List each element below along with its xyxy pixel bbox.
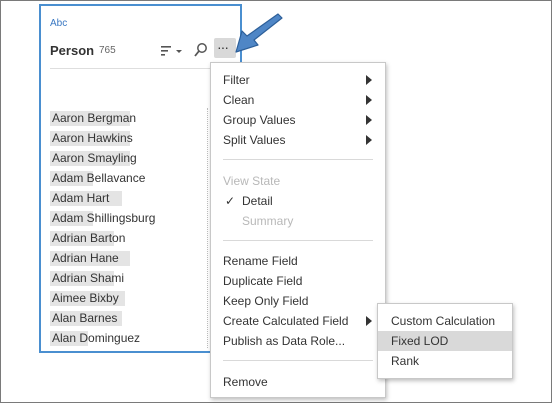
value-label: Adam Shillingsburg: [52, 211, 156, 225]
submenu-item-label: Fixed LOD: [391, 334, 449, 348]
card-divider: [50, 68, 216, 69]
more-options-icon: ···: [217, 39, 229, 55]
submenu-arrow-icon: [366, 316, 372, 326]
value-row[interactable]: Aaron Hawkins: [50, 128, 210, 148]
pointer-arrow-icon: [235, 13, 283, 53]
menu-item-keep-only-field[interactable]: Keep Only Field: [223, 293, 308, 309]
menu-item-publish-as-data-role[interactable]: Publish as Data Role...: [223, 333, 345, 349]
sort-button[interactable]: [159, 43, 185, 59]
field-context-menu: Filter Clean Group Values Split Values V…: [210, 62, 386, 398]
submenu-item-custom-calculation[interactable]: Custom Calculation: [378, 311, 512, 331]
menu-item-filter[interactable]: Filter: [223, 72, 250, 88]
submenu-arrow-icon: [366, 115, 372, 125]
submenu-arrow-icon: [366, 75, 372, 85]
submenu-item-rank[interactable]: Rank: [378, 351, 512, 371]
menu-item-create-calculated-field[interactable]: Create Calculated Field: [223, 313, 348, 329]
menu-item-summary: Summary: [242, 214, 294, 228]
sort-icon: [161, 46, 182, 56]
value-label: Aimee Bixby: [52, 291, 119, 305]
submenu-arrow-icon: [366, 135, 372, 145]
value-row[interactable]: Adam Hart: [50, 188, 210, 208]
distinct-count: 765: [99, 45, 116, 56]
submenu-item-label: Custom Calculation: [391, 314, 496, 328]
menu-item-detail[interactable]: Detail: [242, 193, 273, 209]
menu-item-rename-field[interactable]: Rename Field: [223, 253, 298, 269]
menu-item-split-values[interactable]: Split Values: [223, 132, 285, 148]
value-label: Adrian Shami: [52, 271, 125, 285]
value-row[interactable]: Alan Barnes: [50, 308, 210, 328]
calculated-field-submenu: Custom Calculation Fixed LOD Rank: [377, 303, 513, 379]
value-label: Adrian Hane: [52, 251, 119, 265]
menu-heading-view-state: View State: [223, 174, 281, 188]
value-row[interactable]: Aaron Bergman: [50, 108, 210, 128]
value-label: Alan Dominguez: [52, 331, 141, 345]
value-label: Alan Barnes: [52, 311, 118, 325]
data-type-label: Abc: [50, 18, 68, 29]
menu-item-clean[interactable]: Clean: [223, 92, 254, 108]
search-button[interactable]: [193, 42, 209, 58]
value-row[interactable]: Adrian Hane: [50, 248, 210, 268]
value-label: Adam Bellavance: [52, 171, 146, 185]
value-row[interactable]: Adam Bellavance: [50, 168, 210, 188]
value-label: Adrian Barton: [52, 231, 126, 245]
value-label: Aaron Bergman: [52, 111, 137, 125]
menu-separator: [223, 159, 373, 160]
submenu-arrow-icon: [366, 95, 372, 105]
menu-item-remove[interactable]: Remove: [223, 374, 268, 390]
value-list: Aaron Bergman Aaron Hawkins Aaron Smayling…: [50, 108, 210, 348]
menu-separator: [223, 240, 373, 241]
value-row[interactable]: Adrian Shami: [50, 268, 210, 288]
value-label: Aaron Smayling: [52, 151, 137, 165]
field-name[interactable]: Person: [50, 43, 94, 58]
value-row[interactable]: Adam Shillingsburg: [50, 208, 210, 228]
search-icon: [194, 43, 207, 57]
menu-separator: [223, 360, 373, 361]
menu-item-duplicate-field[interactable]: Duplicate Field: [223, 273, 302, 289]
menu-item-group-values[interactable]: Group Values: [223, 112, 296, 128]
value-row[interactable]: Aimee Bixby: [50, 288, 210, 308]
value-label: Adam Hart: [52, 191, 110, 205]
value-label: Aaron Hawkins: [52, 131, 133, 145]
submenu-item-label: Rank: [391, 354, 420, 368]
submenu-item-fixed-lod[interactable]: Fixed LOD: [378, 331, 512, 351]
value-row[interactable]: Aaron Smayling: [50, 148, 210, 168]
checkmark-icon: ✓: [225, 194, 236, 208]
value-row[interactable]: Adrian Barton: [50, 228, 210, 248]
value-row[interactable]: Alan Dominguez: [50, 328, 210, 348]
